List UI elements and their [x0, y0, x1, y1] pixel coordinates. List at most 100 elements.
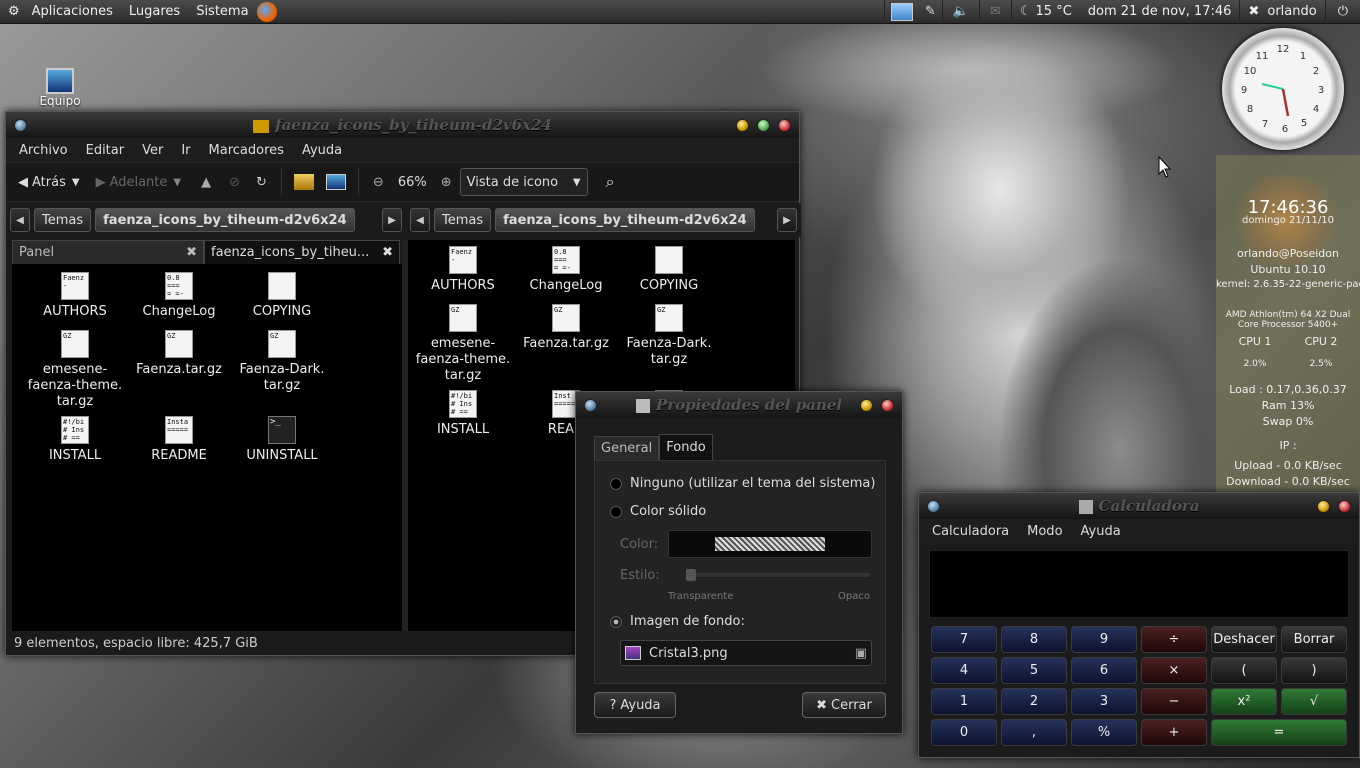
maximize-button[interactable]: [757, 118, 770, 132]
back-history-dropdown[interactable]: ▼: [72, 177, 80, 188]
opacity-slider-handle[interactable]: [686, 569, 696, 581]
calc-button-decimal[interactable]: ,: [1001, 719, 1067, 746]
path-scroll-left[interactable]: ◀: [410, 208, 430, 232]
forward-button[interactable]: ▶ Adelante: [90, 167, 174, 197]
file-item[interactable]: GZ emesene- faenza-theme. tar.gz: [23, 330, 127, 410]
menu-ir[interactable]: Ir: [172, 143, 199, 158]
file-item[interactable]: 0.8 === = =- ChangeLog: [514, 246, 618, 294]
file-item[interactable]: COPYING: [617, 246, 721, 294]
up-arrow-icon[interactable]: ▲: [201, 175, 211, 190]
option-none[interactable]: Ninguno (utilizar el tema del sistema): [610, 476, 875, 491]
file-item[interactable]: #!/bi # Ins # == INSTALL: [411, 390, 515, 438]
file-item[interactable]: 0.8 === = =- ChangeLog: [127, 272, 231, 320]
weather-icon[interactable]: [890, 2, 913, 21]
calc-button-divide[interactable]: ÷: [1141, 626, 1207, 653]
path-scroll-right[interactable]: ▶: [777, 208, 797, 232]
calc-button-add[interactable]: +: [1141, 719, 1207, 746]
calc-button-square[interactable]: x²: [1211, 688, 1277, 715]
calc-button-1[interactable]: 1: [931, 688, 997, 715]
view-mode-select[interactable]: Vista de icono ▼: [459, 168, 588, 196]
zoom-in-icon[interactable]: ⊕: [441, 175, 452, 190]
home-folder-icon[interactable]: [293, 174, 314, 190]
calc-button-open-paren[interactable]: (: [1211, 657, 1277, 684]
close-tab-icon[interactable]: ✖: [186, 245, 197, 260]
calc-button-4[interactable]: 4: [931, 657, 997, 684]
ubuntu-logo-icon[interactable]: ⚙: [0, 4, 24, 19]
calculator-display[interactable]: [929, 550, 1349, 618]
menu-ayuda[interactable]: Ayuda: [1072, 524, 1130, 539]
mail-icon[interactable]: ✉: [990, 4, 1001, 19]
calc-button-8[interactable]: 8: [1001, 626, 1067, 653]
stop-icon[interactable]: ⊘: [229, 175, 240, 190]
menu-aplicaciones[interactable]: Aplicaciones: [24, 4, 121, 19]
menu-lugares[interactable]: Lugares: [121, 4, 188, 19]
color-picker-button[interactable]: [668, 530, 872, 558]
image-file-chooser[interactable]: Cristal3.png ▣: [620, 640, 872, 666]
menu-calculadora[interactable]: Calculadora: [923, 524, 1018, 539]
tab-panel[interactable]: Panel ✖: [12, 240, 204, 264]
calc-button-5[interactable]: 5: [1001, 657, 1067, 684]
firefox-icon[interactable]: [256, 1, 277, 22]
tab-general[interactable]: General: [594, 436, 660, 460]
close-button[interactable]: [1338, 499, 1351, 513]
file-item[interactable]: >_ UNINSTALL: [230, 416, 334, 464]
close-dialog-button[interactable]: ✖ Cerrar: [802, 692, 886, 718]
calc-button-6[interactable]: 6: [1071, 657, 1137, 684]
file-item[interactable]: GZ Faenza.tar.gz: [514, 304, 618, 352]
file-item[interactable]: COPYING: [230, 272, 334, 320]
option-background-image[interactable]: Imagen de fondo:: [610, 614, 745, 629]
calc-button-9[interactable]: 9: [1071, 626, 1137, 653]
power-icon[interactable]: ⏻: [1338, 4, 1348, 19]
desktop-icon-equipo[interactable]: Equipo: [30, 68, 90, 108]
computer-icon[interactable]: [325, 174, 346, 190]
calc-button-percent[interactable]: %: [1071, 719, 1137, 746]
calc-button-multiply[interactable]: ×: [1141, 657, 1207, 684]
minimize-button[interactable]: [860, 398, 873, 412]
calc-button-0[interactable]: 0: [931, 719, 997, 746]
network-icon[interactable]: ✎: [925, 4, 936, 19]
zoom-out-icon[interactable]: ⊖: [373, 175, 384, 190]
menu-sistema[interactable]: Sistema: [188, 4, 256, 19]
path-scroll-left[interactable]: ◀: [10, 208, 30, 232]
path-button-current[interactable]: faenza_icons_by_tiheum-d2v6x24: [95, 208, 355, 232]
menu-editar[interactable]: Editar: [77, 143, 134, 158]
calc-button-equals[interactable]: =: [1211, 719, 1347, 746]
file-item[interactable]: #!/bi # Ins # == INSTALL: [23, 416, 127, 464]
back-button[interactable]: ◀ Atrás: [12, 167, 72, 197]
file-item[interactable]: GZ Faenza-Dark. tar.gz: [617, 304, 721, 368]
forward-history-dropdown[interactable]: ▼: [173, 177, 181, 188]
menu-ver[interactable]: Ver: [133, 143, 172, 158]
file-item[interactable]: GZ Faenza-Dark. tar.gz: [230, 330, 334, 394]
dialog-titlebar[interactable]: Propiedades del panel: [576, 392, 902, 418]
close-tab-icon[interactable]: ✖: [382, 245, 393, 260]
help-button[interactable]: ? Ayuda: [594, 692, 676, 718]
calc-button-subtract[interactable]: −: [1141, 688, 1207, 715]
opacity-slider-track[interactable]: [686, 573, 870, 577]
menu-modo[interactable]: Modo: [1018, 524, 1071, 539]
weather-temp[interactable]: 15 °C: [1032, 4, 1080, 19]
file-item[interactable]: Faenz - AUTHORS: [23, 272, 127, 320]
calc-button-7[interactable]: 7: [931, 626, 997, 653]
close-button[interactable]: [881, 398, 894, 412]
close-button[interactable]: [778, 118, 791, 132]
calculator-titlebar[interactable]: Calculadora: [919, 493, 1359, 519]
calc-button-close-paren[interactable]: ): [1281, 657, 1347, 684]
minimize-button[interactable]: [736, 118, 749, 132]
tab-fondo[interactable]: Fondo: [659, 434, 713, 460]
path-button-current[interactable]: faenza_icons_by_tiheum-d2v6x24: [495, 208, 755, 232]
volume-icon[interactable]: 🔈: [953, 4, 969, 19]
calc-button-2[interactable]: 2: [1001, 688, 1067, 715]
path-button-temas[interactable]: Temas: [434, 208, 492, 232]
path-scroll-right[interactable]: ▶: [382, 208, 402, 232]
file-item[interactable]: Insta ===== README: [127, 416, 231, 464]
minimize-button[interactable]: [1317, 499, 1330, 513]
file-item[interactable]: GZ Faenza.tar.gz: [127, 330, 231, 378]
calc-button-3[interactable]: 3: [1071, 688, 1137, 715]
left-file-pane[interactable]: Faenz - AUTHORS 0.8 === = =- ChangeLog COPYI…: [12, 264, 402, 631]
path-button-temas[interactable]: Temas: [34, 208, 92, 232]
menu-archivo[interactable]: Archivo: [10, 143, 77, 158]
calc-button-sqrt[interactable]: √: [1281, 688, 1347, 715]
menu-ayuda[interactable]: Ayuda: [293, 143, 351, 158]
calc-button-undo[interactable]: Deshacer: [1211, 626, 1277, 653]
calc-button-clear[interactable]: Borrar: [1281, 626, 1347, 653]
